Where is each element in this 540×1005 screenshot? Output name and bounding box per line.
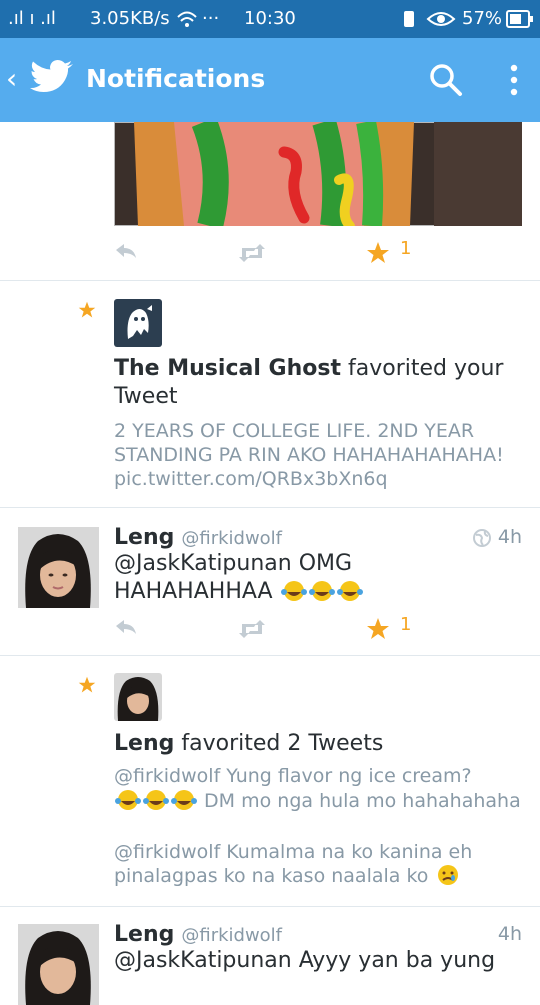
tweet-text: HAHAHAHHAA: [114, 579, 273, 604]
tweet-text: pinalagpas ko na kaso naalala ko: [114, 865, 429, 887]
tweet-time: 4h: [497, 526, 522, 548]
author-name[interactable]: Leng: [114, 525, 174, 550]
notification-action: favorited your: [347, 356, 504, 381]
tweet-text-line: @JaskKatipunan OMG: [114, 551, 353, 576]
clock: 10:30: [244, 8, 296, 29]
retweet-icon[interactable]: [238, 620, 266, 638]
tweet-text-line2: pinalagpas ko na kaso naalala ko: [114, 864, 462, 888]
wifi-icon: [177, 11, 197, 27]
signal-strength: .ıl ı .ıl: [8, 8, 56, 29]
globe-icon: [473, 529, 491, 547]
tweet-header: Leng @firkidwolf: [114, 921, 282, 950]
favorite-count: 1: [400, 614, 412, 635]
retweet-icon[interactable]: [238, 244, 266, 262]
tweet-text-line: STANDING PA RIN AKO HAHAHAHAHAHA!: [114, 444, 504, 466]
author-handle[interactable]: @firkidwolf: [181, 528, 282, 549]
tweet-header: Leng @firkidwolf: [114, 524, 282, 553]
avatar[interactable]: [18, 924, 99, 1005]
notification-text: The Musical Ghost favorited your: [114, 355, 503, 383]
tweet-text-line: @firkidwolf Yung flavor ng ice cream?: [114, 765, 472, 787]
reply-icon[interactable]: [114, 618, 138, 638]
laughing-crying-emoji-icon: [143, 790, 169, 810]
laughing-crying-emoji-icon: [115, 790, 141, 810]
favorite-notification[interactable]: The Musical Ghost favorited your Tweet 2…: [0, 281, 540, 508]
vibrate-icon: [404, 11, 414, 27]
favorite-notification[interactable]: Leng favorited 2 Tweets @firkidwolf Yung…: [0, 656, 540, 907]
notification-action-wrap: Tweet: [114, 384, 178, 409]
laughing-crying-emoji-icon: [308, 581, 335, 601]
actor-name[interactable]: Leng: [114, 731, 174, 756]
tweet-text-line: 2 YEARS OF COLLEGE LIFE. 2ND YEAR: [114, 420, 475, 442]
reply-icon[interactable]: [114, 242, 138, 262]
tweet-actions: 1: [114, 614, 534, 644]
tweet-card-partial[interactable]: Leng @firkidwolf 4h @JaskKatipunan Ayyy …: [0, 907, 540, 1005]
network-speed: 3.05KB/s: [90, 8, 170, 29]
tweet-text-line2: HAHAHAHHAA: [114, 578, 364, 606]
tweet-time: 4h: [497, 923, 522, 945]
tweet-card[interactable]: Leng @firkidwolf 4h @JaskKatipunan OMG H…: [0, 508, 540, 656]
actor-name[interactable]: The Musical Ghost: [114, 356, 341, 381]
battery-icon: [506, 10, 533, 28]
tweet-actions: 1: [114, 238, 534, 268]
tweet-text-line: @JaskKatipunan Ayyy yan ba yung: [114, 948, 496, 973]
tweet-text: DM mo nga hula mo hahahahaha: [204, 790, 521, 812]
laughing-crying-emoji-icon: [171, 790, 197, 810]
favorite-count: 1: [400, 238, 412, 259]
crying-emoji-icon: [438, 865, 459, 885]
tweet-text-line2: DM mo nga hula mo hahahahaha: [114, 789, 521, 813]
favorite-star-icon: [78, 676, 96, 693]
back-button[interactable]: ‹: [6, 62, 17, 95]
eye-icon: [426, 12, 456, 26]
tweet-card-partial[interactable]: 1: [0, 122, 540, 281]
laughing-crying-emoji-icon: [336, 581, 363, 601]
twitter-bird-icon[interactable]: [30, 60, 74, 96]
app-bar: ‹ Notifications: [0, 38, 540, 122]
laughing-crying-emoji-icon: [280, 581, 307, 601]
status-bar: .ıl ı .ıl 3.05KB/s ··· 10:30 57%: [0, 0, 540, 38]
tweet-link[interactable]: pic.twitter.com/QRBx3bXn6q: [114, 467, 388, 491]
battery-percent: 57%: [462, 8, 503, 29]
search-icon[interactable]: [428, 62, 464, 98]
avatar[interactable]: [114, 299, 162, 347]
status-more: ···: [202, 8, 220, 29]
favorite-star-icon[interactable]: [366, 241, 390, 265]
overflow-menu-icon[interactable]: [496, 62, 532, 98]
avatar[interactable]: [18, 527, 99, 608]
page-title: Notifications: [86, 64, 266, 93]
tweet-photo[interactable]: [114, 122, 522, 226]
favorite-star-icon: [78, 301, 96, 318]
avatar[interactable]: [114, 673, 162, 721]
notification-action: favorited 2 Tweets: [181, 731, 384, 756]
author-handle[interactable]: @firkidwolf: [181, 925, 282, 946]
author-name[interactable]: Leng: [114, 922, 174, 947]
favorite-star-icon[interactable]: [366, 617, 390, 641]
notification-text: Leng favorited 2 Tweets: [114, 730, 383, 758]
tweet-text-line: @firkidwolf Kumalma na ko kanina eh: [114, 841, 473, 863]
